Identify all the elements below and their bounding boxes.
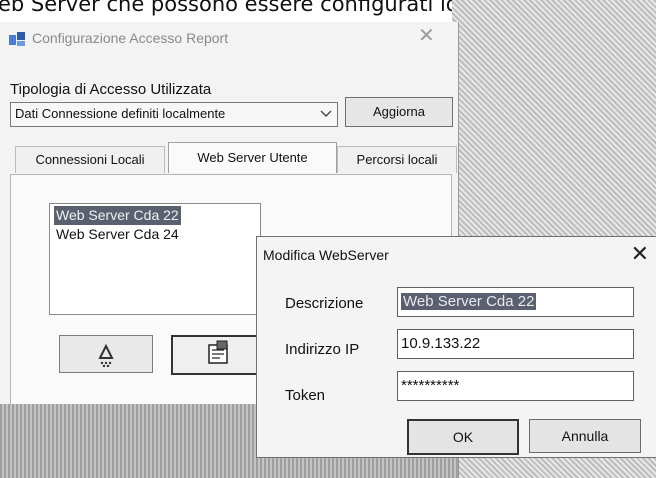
main-titlebar: Configurazione Accesso Report ✕	[0, 22, 458, 58]
descrizione-value: Web Server Cda 22	[401, 293, 537, 310]
list-item[interactable]: Web Server Cda 24	[54, 225, 181, 244]
access-type-select[interactable]: Dati Connessione definiti localmente	[10, 102, 338, 127]
refresh-button[interactable]: Aggiorna	[345, 97, 453, 127]
edit-properties-icon	[208, 340, 228, 364]
window-title: Configurazione Accesso Report	[32, 30, 229, 46]
token-label: Token	[285, 387, 326, 404]
web-server-list[interactable]: Web Server Cda 22 Web Server Cda 24	[49, 203, 261, 315]
dialog-title: Modifica WebServer	[263, 247, 389, 263]
indirizzo-ip-field[interactable]: 10.9.133.22	[397, 329, 634, 359]
new-item-icon	[98, 343, 114, 368]
close-icon[interactable]: ✕	[418, 23, 435, 48]
new-item-button[interactable]	[59, 335, 153, 373]
cancel-button[interactable]: Annulla	[529, 419, 641, 453]
edit-webserver-dialog: Modifica WebServer ✕ Descrizione Web Ser…	[256, 236, 656, 458]
edit-properties-button[interactable]	[171, 335, 267, 375]
descrizione-label: Descrizione	[285, 295, 364, 312]
document-partial-text: eb Server che possono essere configurati…	[0, 0, 484, 16]
token-value: **********	[401, 377, 460, 394]
descrizione-field[interactable]: Web Server Cda 22	[397, 287, 634, 317]
tab-web-server-utente[interactable]: Web Server Utente	[168, 142, 337, 173]
token-field[interactable]: **********	[397, 371, 634, 401]
indirizzo-ip-label: Indirizzo IP	[285, 341, 360, 358]
close-icon[interactable]: ✕	[631, 241, 649, 267]
tab-percorsi-locali[interactable]: Percorsi locali	[337, 146, 457, 173]
chevron-down-icon	[320, 110, 332, 117]
access-type-value: Dati Connessione definiti localmente	[15, 106, 226, 121]
indirizzo-ip-value: 10.9.133.22	[401, 335, 481, 352]
access-type-label: Tipologia di Accesso Utilizzata	[10, 81, 212, 98]
tab-connessioni-locali[interactable]: Connessioni Locali	[15, 146, 165, 173]
list-item[interactable]: Web Server Cda 22	[54, 206, 181, 225]
ok-button[interactable]: OK	[407, 419, 519, 455]
app-icon	[9, 32, 25, 46]
